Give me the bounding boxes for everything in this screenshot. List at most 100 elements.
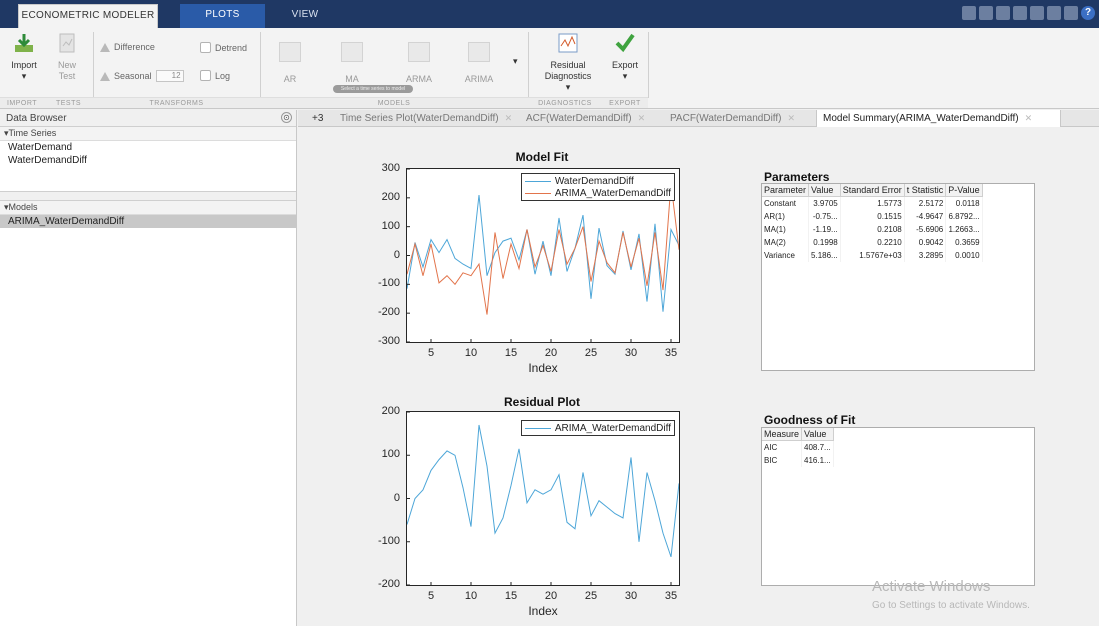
paste-icon[interactable]	[1013, 6, 1027, 20]
close-icon[interactable]: ✕	[505, 113, 513, 123]
undo-icon[interactable]	[1030, 6, 1044, 20]
legend-label: ARIMA_WaterDemandDiff	[554, 422, 671, 434]
tooltip: Select a time series to model	[333, 85, 413, 93]
test-icon	[59, 33, 75, 53]
detrend-icon	[200, 42, 211, 53]
residual-plot-svg	[406, 411, 680, 586]
ar-icon	[279, 42, 301, 62]
options-icon[interactable]: ⊙	[281, 112, 292, 123]
ma-label: MA	[345, 74, 359, 84]
table-cell: -4.9647	[904, 209, 947, 223]
close-icon[interactable]: ✕	[638, 113, 646, 123]
table-row[interactable]: Variance 5.186... 1.5767e+03 3.2895 0.0010	[762, 248, 983, 262]
parameters-table[interactable]: Parameter Value Standard Error t Statistic P…	[761, 183, 1035, 371]
parameters-title: Parameters	[764, 170, 830, 184]
table-row[interactable]: AR(1) -0.75... 0.1515 -4.9647 6.8792...	[762, 209, 983, 223]
column-header[interactable]: Parameter	[762, 184, 810, 197]
column-header[interactable]: t Statistic	[904, 184, 947, 197]
list-item[interactable]: WaterDemand	[0, 141, 296, 154]
separator	[648, 32, 649, 98]
y-tick-label: 300	[381, 162, 400, 174]
table-row[interactable]: AIC 408.7...	[762, 440, 834, 454]
models-gallery-chevron-icon[interactable]: ▾	[513, 56, 518, 67]
y-tick-label: 0	[393, 491, 400, 504]
tab-econometric-modeler[interactable]: ECONOMETRIC MODELER	[18, 4, 158, 28]
arma-icon	[408, 42, 430, 62]
column-header[interactable]: Standard Error	[840, 184, 905, 197]
group-label-export: EXPORT	[602, 97, 648, 108]
ribbon-tabstrip: ECONOMETRIC MODELER PLOTS VIEW ?	[0, 0, 1099, 28]
column-header[interactable]: Value	[801, 428, 834, 441]
x-tick-label: 20	[544, 347, 558, 359]
new-test-button[interactable]: New Test	[47, 32, 87, 82]
detrend-button[interactable]: Detrend	[200, 42, 247, 53]
list-item[interactable]: WaterDemandDiff	[0, 154, 296, 167]
tab-plots[interactable]: PLOTS	[180, 4, 265, 28]
log-button[interactable]: Log	[200, 70, 230, 81]
y-tick-label: 100	[381, 448, 400, 461]
import-button[interactable]: Import ▾	[6, 32, 42, 82]
arima-model-button[interactable]: ARIMA	[457, 42, 501, 85]
table-row[interactable]: MA(1) -1.19... 0.2108 -5.6906 1.2663...	[762, 222, 983, 236]
table-cell: 0.2210	[840, 235, 905, 249]
residual-plot[interactable]: ARIMA_WaterDemandDiff	[406, 411, 680, 586]
export-button[interactable]: Export ▾	[605, 32, 645, 82]
column-header[interactable]: Measure	[762, 428, 803, 441]
table-row[interactable]: BIC 416.1...	[762, 453, 834, 467]
series-line-0	[406, 424, 680, 558]
ma-model-button[interactable]: MA	[332, 42, 372, 85]
tab-label: ACF(WaterDemandDiff)	[526, 113, 632, 124]
help-icon[interactable]: ?	[1081, 6, 1095, 20]
table-cell: 408.7...	[801, 440, 834, 454]
document-tabs: +3 Time Series Plot(WaterDemandDiff) ✕ AC…	[298, 110, 1099, 127]
x-tick-label: 10	[464, 590, 478, 602]
y-tick-label: 0	[393, 248, 400, 261]
table-cell: MA(1)	[762, 222, 810, 236]
seasonal-button[interactable]: Seasonal 12	[100, 70, 184, 82]
seasonal-period-input[interactable]: 12	[155, 70, 184, 82]
list-item[interactable]: ARIMA_WaterDemandDiff	[0, 215, 296, 228]
table-body: Constant 3.9705 1.5773 2.5172 0.0118 AR(1) -0.…	[762, 196, 983, 262]
residual-plot-x-label: Index	[528, 604, 558, 618]
tab-label: PACF(WaterDemandDiff)	[670, 113, 782, 124]
copy-icon[interactable]	[996, 6, 1010, 20]
model-fit-x-label: Index	[528, 361, 558, 375]
seasonal-label: Seasonal	[114, 71, 152, 81]
goodness-of-fit-table[interactable]: Measure Value AIC 408.7... BIC 416.1...	[761, 427, 1035, 586]
layout-icon[interactable]	[1064, 6, 1078, 20]
time-series-section-header[interactable]: ▾Time Series	[0, 127, 296, 141]
table-cell: 3.2895	[904, 248, 947, 262]
save-icon[interactable]	[962, 6, 976, 20]
column-header[interactable]: P-Value	[945, 184, 983, 197]
table-row[interactable]: Constant 3.9705 1.5773 2.5172 0.0118	[762, 196, 983, 210]
x-tick-label: 5	[427, 347, 435, 359]
tab-model-summary[interactable]: Model Summary(ARIMA_WaterDemandDiff) ✕	[816, 110, 1061, 127]
arima-label: ARIMA	[464, 74, 494, 84]
tab-acf[interactable]: ACF(WaterDemandDiff) ✕	[520, 110, 645, 127]
tab-overflow-button[interactable]: +3	[306, 110, 323, 127]
model-fit-plot[interactable]: WaterDemandDiff ARIMA_WaterDemandDiff	[406, 168, 680, 343]
arma-model-button[interactable]: ARMA	[397, 42, 441, 85]
y-tick-label: -200	[377, 578, 400, 590]
difference-button[interactable]: Difference	[100, 42, 155, 52]
residual-diagnostics-button[interactable]: Residual Diagnostics ▾	[538, 32, 598, 93]
close-icon[interactable]: ✕	[1025, 113, 1033, 123]
arma-label: ARMA	[405, 74, 432, 84]
x-tick-label: 20	[544, 590, 558, 602]
table-cell: 0.1515	[840, 209, 905, 223]
table-cell: BIC	[762, 453, 803, 467]
group-label-tests: TESTS	[44, 97, 93, 108]
close-icon[interactable]: ✕	[788, 113, 796, 123]
tab-pacf[interactable]: PACF(WaterDemandDiff) ✕	[664, 110, 795, 127]
redo-icon[interactable]	[1047, 6, 1061, 20]
cut-icon[interactable]	[979, 6, 993, 20]
legend-label: ARIMA_WaterDemandDiff	[554, 187, 671, 199]
table-row[interactable]: MA(2) 0.1998 0.2210 0.9042 0.3659	[762, 235, 983, 249]
tab-view[interactable]: VIEW	[270, 4, 340, 28]
table-cell: 2.5172	[904, 196, 947, 210]
tab-time-series-plot[interactable]: Time Series Plot(WaterDemandDiff) ✕	[334, 110, 512, 127]
models-section-header[interactable]: ▾Models	[0, 201, 296, 215]
x-tick-label: 10	[464, 347, 478, 359]
column-header[interactable]: Value	[808, 184, 841, 197]
ar-model-button[interactable]: AR	[272, 42, 308, 85]
